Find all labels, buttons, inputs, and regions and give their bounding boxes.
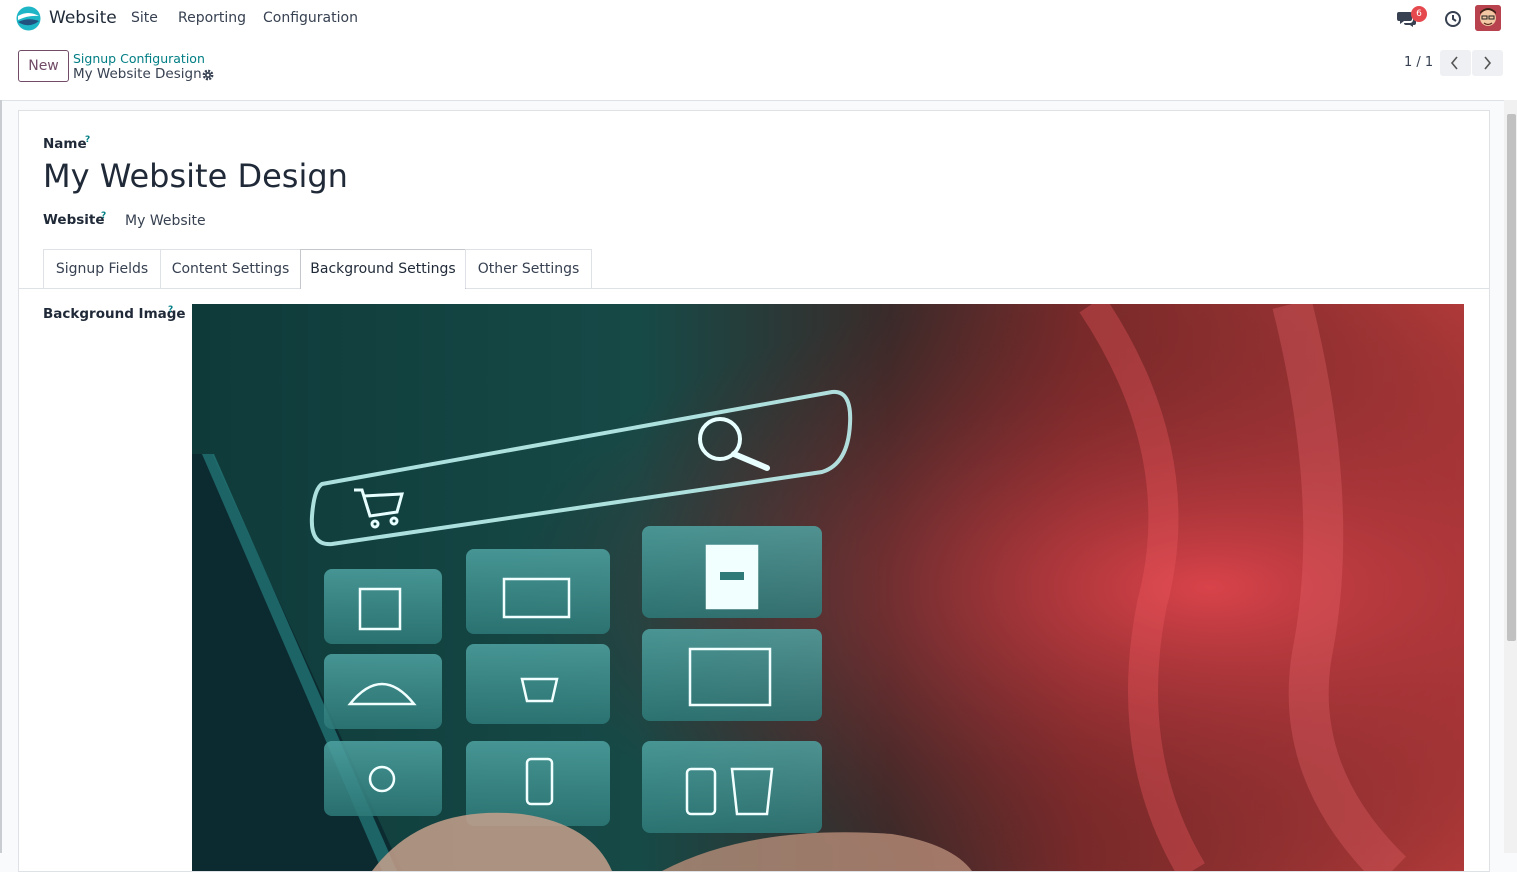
menu-reporting[interactable]: Reporting: [178, 10, 246, 26]
tab-signup-fields[interactable]: Signup Fields: [43, 249, 161, 288]
top-navbar: Website Site Reporting Configuration 6: [0, 0, 1517, 38]
chevron-right-icon: [1484, 56, 1492, 70]
app-name[interactable]: Website: [49, 8, 117, 28]
website-app-logo-icon[interactable]: [16, 6, 41, 31]
control-panel: New Signup Configuration My Website Desi…: [0, 38, 1517, 101]
tab-other-settings[interactable]: Other Settings: [465, 249, 592, 288]
scrollbar-thumb[interactable]: [1507, 114, 1516, 641]
avatar-face-icon: [1475, 5, 1501, 31]
background-image-label: Background Image: [43, 306, 186, 322]
website-help-icon[interactable]: ?: [101, 211, 106, 221]
notebook-tabs: Signup Fields Content Settings Backgroun…: [19, 249, 1489, 289]
pager-next-button[interactable]: [1472, 50, 1503, 76]
user-avatar[interactable]: [1475, 5, 1501, 31]
new-button[interactable]: New: [18, 50, 69, 82]
name-label: Name: [43, 136, 87, 152]
chat-badge: 6: [1411, 6, 1427, 22]
tab-content-settings[interactable]: Content Settings: [160, 249, 301, 288]
breadcrumb-parent-link[interactable]: Signup Configuration: [73, 51, 205, 66]
website-label: Website: [43, 212, 105, 228]
background-image-help-icon[interactable]: ?: [168, 305, 173, 315]
gear-icon[interactable]: [201, 68, 215, 82]
left-edge-divider: [0, 100, 2, 853]
clock-icon[interactable]: [1444, 10, 1462, 28]
menu-configuration[interactable]: Configuration: [263, 10, 358, 26]
name-help-icon[interactable]: ?: [85, 135, 90, 145]
form-sheet: Name ? My Website Design Website ? My We…: [18, 110, 1490, 872]
website-field[interactable]: My Website: [125, 213, 206, 229]
chevron-left-icon: [1450, 56, 1458, 70]
menu-site[interactable]: Site: [131, 10, 158, 26]
name-field[interactable]: My Website Design: [43, 157, 348, 195]
pager-value[interactable]: 1 / 1: [1404, 55, 1433, 70]
background-image-picture: [192, 304, 1464, 871]
background-image[interactable]: [192, 304, 1464, 871]
tab-background-settings[interactable]: Background Settings: [300, 249, 466, 289]
pager-previous-button[interactable]: [1440, 50, 1471, 76]
breadcrumb-current: My Website Design: [73, 66, 202, 82]
